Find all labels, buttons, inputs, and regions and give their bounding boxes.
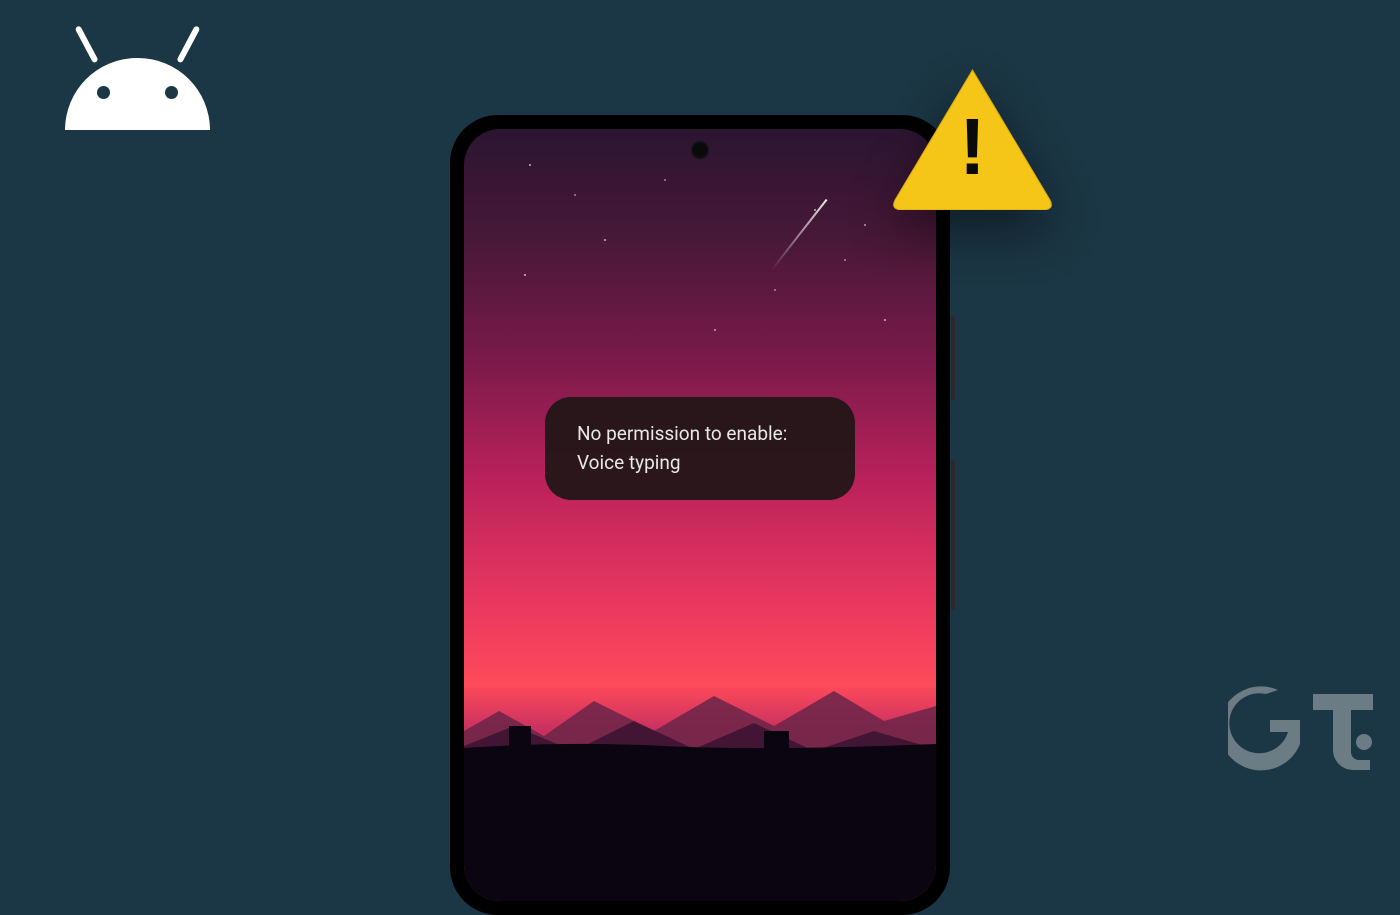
gt-watermark-logo [1228,682,1378,776]
phone-power-button [951,315,955,400]
ground-edge [464,736,936,756]
phone-camera-cutout [691,141,709,159]
ground-foreground [464,756,936,901]
wallpaper-mountains [464,621,936,901]
toast-notification: No permission to enable: Voice typing [545,397,855,500]
warning-exclamation: ! [959,101,986,193]
android-eye [165,86,178,99]
phone-volume-button [951,460,955,610]
toast-line-2: Voice typing [577,451,681,474]
phone-device-mockup: No permission to enable: Voice typing [450,115,950,915]
cactus-icon [509,726,531,756]
toast-line-1: No permission to enable: [577,422,787,445]
android-head [65,58,210,130]
toast-message: No permission to enable: Voice typing [577,419,823,478]
android-antenna [75,25,99,63]
warning-triangle-icon: ! [890,65,1055,210]
phone-wallpaper [464,129,936,901]
phone-screen: No permission to enable: Voice typing [464,129,936,901]
android-antenna [176,25,200,63]
android-logo-icon [55,30,220,130]
cactus-icon [764,731,789,756]
android-eye [97,86,110,99]
